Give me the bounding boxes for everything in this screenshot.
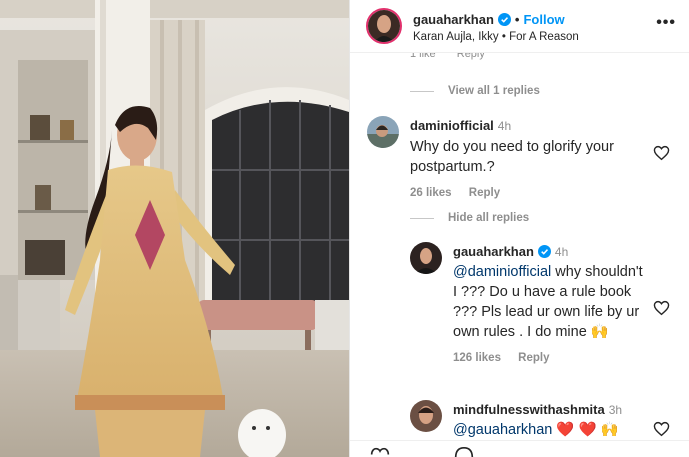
- verified-badge-icon: [537, 245, 551, 258]
- reply-text: ❤️ ❤️ 🙌: [552, 422, 619, 438]
- heart-outline-icon[interactable]: [653, 300, 670, 316]
- comment-username[interactable]: daminiofficial: [410, 118, 494, 133]
- header-avatar[interactable]: [366, 8, 402, 44]
- heart-outline-icon[interactable]: [653, 145, 670, 161]
- previous-like-count: 1 like: [410, 52, 436, 60]
- reply-username[interactable]: gauaharkhan: [453, 244, 534, 259]
- reply-time: 4h: [554, 245, 569, 259]
- comment-icon[interactable]: [454, 446, 474, 457]
- header-separator: •: [514, 12, 520, 27]
- comment-reply-button[interactable]: Reply: [469, 187, 500, 199]
- divider-line: [410, 217, 434, 219]
- reply-reply-button[interactable]: Reply: [518, 352, 549, 364]
- comments-panel: 1 like Reply gauaharkhan • Follow Karan Au…: [349, 0, 689, 457]
- view-replies-label: View all 1 replies: [448, 85, 540, 97]
- reel-video[interactable]: [0, 0, 349, 457]
- reply-mention[interactable]: @gauaharkhan: [453, 422, 552, 438]
- header-username[interactable]: gauaharkhan: [413, 12, 494, 27]
- follow-button[interactable]: Follow: [523, 12, 564, 27]
- reply-username[interactable]: mindfulnesswithashmita: [453, 402, 605, 417]
- comment: daminiofficial 4h Why do you need to glor…: [410, 117, 650, 199]
- previous-comment-meta: 1 like Reply: [410, 52, 503, 62]
- reply-like-count[interactable]: 126 likes: [453, 352, 501, 364]
- reply-avatar[interactable]: [410, 400, 442, 432]
- reply: mindfulnesswithashmita 3h @gauaharkhan ❤️…: [453, 401, 653, 440]
- hide-replies-label: Hide all replies: [448, 212, 530, 224]
- post-header: gauaharkhan • Follow Karan Aujla, Ikky • F…: [350, 0, 689, 53]
- comment-text: Why do you need to glorify your postpart…: [410, 139, 614, 175]
- comment-time: 4h: [497, 119, 512, 133]
- action-bar: [350, 440, 689, 457]
- heart-outline-icon[interactable]: [653, 421, 670, 437]
- verified-badge-icon: [497, 13, 511, 26]
- reply-avatar[interactable]: [410, 242, 442, 274]
- comment-like-count[interactable]: 26 likes: [410, 187, 452, 199]
- divider-line: [410, 90, 434, 92]
- more-options-icon[interactable]: •••: [656, 14, 676, 32]
- view-replies-button[interactable]: View all 1 replies: [410, 85, 540, 97]
- comment-avatar[interactable]: [367, 116, 399, 148]
- video-frame: [0, 0, 349, 457]
- reply: gauaharkhan 4h @daminiofficial why should…: [453, 243, 649, 364]
- reply-mention[interactable]: @daminiofficial: [453, 264, 551, 280]
- previous-reply-button[interactable]: Reply: [457, 52, 485, 60]
- heart-outline-icon[interactable]: [370, 446, 390, 457]
- audio-track[interactable]: Karan Aujla, Ikky • For A Reason: [413, 31, 579, 43]
- reply-time: 3h: [608, 403, 623, 417]
- hide-replies-button[interactable]: Hide all replies: [410, 212, 529, 224]
